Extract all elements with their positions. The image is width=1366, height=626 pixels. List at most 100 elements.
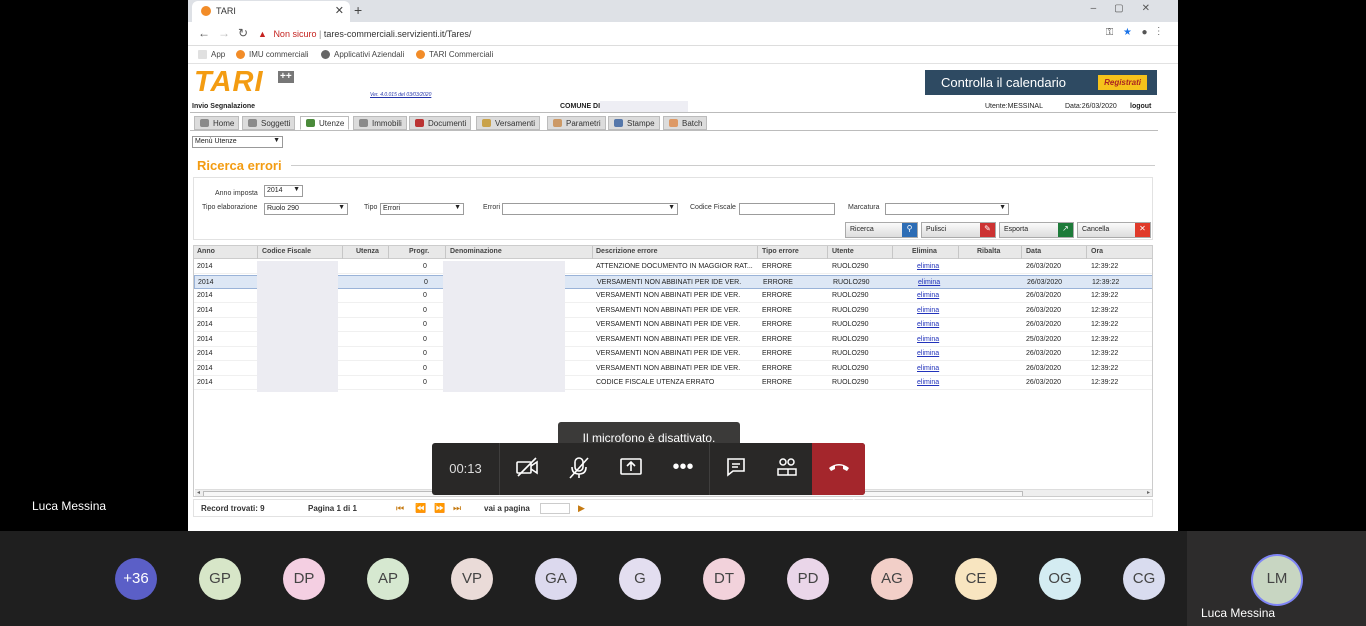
cell-data: 26/03/2020 [1026, 379, 1062, 386]
elimina-link[interactable]: elimina [917, 307, 939, 314]
bookmark-applicativi[interactable]: Applicativi Aziendali [321, 50, 404, 59]
cell-utente: RUOLO290 [832, 335, 869, 343]
goto-page-input[interactable] [540, 503, 570, 514]
marcatura-select[interactable]: ▼ [885, 203, 1009, 215]
window-controls[interactable]: –▢✕ [1091, 3, 1168, 14]
prev-page-icon[interactable]: ⏪ [415, 503, 426, 514]
url-field[interactable]: ▲ Non sicuro | tares-commerciali.servizi… [258, 25, 1068, 43]
records-count: Record trovati: 9 [201, 504, 265, 513]
chevron-down-icon: ▼ [999, 204, 1006, 211]
participant-avatar[interactable]: AG [871, 558, 913, 600]
anno-select[interactable]: 2014 ▼ [264, 185, 303, 197]
camera-off-icon[interactable] [501, 443, 553, 495]
participant-avatar[interactable]: GA [535, 558, 577, 600]
tab-home[interactable]: Home [194, 116, 240, 130]
back-icon[interactable]: ← [198, 26, 210, 40]
page-title: Ricerca errori [197, 158, 282, 173]
more-options-icon[interactable]: ••• [657, 443, 709, 495]
cell-ora: 12:39:22 [1091, 306, 1119, 314]
elimina-link[interactable]: elimina [917, 292, 939, 299]
mic-off-icon[interactable] [553, 443, 605, 495]
tipo-select[interactable]: Errori ▼ [380, 203, 464, 215]
header-utente[interactable]: Utente [832, 248, 854, 255]
pulisci-button[interactable]: Pulisci ✎ [921, 222, 996, 238]
elimina-link[interactable]: elimina [917, 365, 939, 372]
elimina-link[interactable]: elimina [917, 263, 939, 270]
header-utenza[interactable]: Utenza [356, 248, 379, 255]
participant-avatar[interactable]: G [619, 558, 661, 600]
header-data[interactable]: Data [1026, 248, 1041, 255]
participant-avatar[interactable]: GP [199, 558, 241, 600]
header-anno[interactable]: Anno [197, 248, 215, 255]
header-ora[interactable]: Ora [1091, 248, 1103, 255]
elimina-link[interactable]: elimina [917, 336, 939, 343]
share-screen-icon[interactable] [605, 443, 657, 495]
header-tipo-errore[interactable]: Tipo errore [762, 248, 799, 255]
first-page-icon[interactable]: ⏮ [396, 503, 404, 514]
calendar-banner[interactable]: Controlla il calendario Registrati [925, 70, 1157, 95]
header-ribalta[interactable]: Ribalta [977, 248, 1000, 255]
tab-documenti[interactable]: Documenti [409, 116, 472, 130]
logout-link[interactable]: logout [1130, 103, 1151, 110]
header-codice-fiscale[interactable]: Codice Fiscale [262, 248, 311, 255]
participant-avatar[interactable]: VP [451, 558, 493, 600]
next-page-icon[interactable]: ⏩ [434, 503, 445, 514]
menu-utenze-select[interactable]: Menù Utenze ▼ [192, 136, 283, 148]
pager: Record trovati: 9 Pagina 1 di 1 ⏮ ⏪ ⏩ ⏭ … [193, 499, 1153, 517]
bookmark-imu[interactable]: IMU commerciali [236, 50, 309, 59]
close-tab-icon[interactable]: ✕ [335, 4, 344, 17]
go-icon[interactable]: ▶ [578, 503, 585, 514]
errori-select[interactable]: ▼ [502, 203, 678, 215]
bookmark-apps[interactable]: App [198, 50, 225, 59]
reload-icon[interactable]: ↻ [238, 26, 248, 40]
scroll-right-icon[interactable]: ▸ [1147, 489, 1150, 496]
esporta-button[interactable]: Esporta ↗ [999, 222, 1074, 238]
cell-utente: RUOLO290 [832, 306, 869, 314]
call-timer: 00:13 [432, 443, 500, 495]
participant-avatar[interactable]: DT [703, 558, 745, 600]
codice-fiscale-input[interactable] [739, 203, 835, 215]
elimina-link[interactable]: elimina [917, 379, 939, 386]
header-denominazione[interactable]: Denominazione [450, 248, 502, 255]
tab-batch[interactable]: Batch [663, 116, 708, 130]
version-link[interactable]: Ver. 4.0.015 del 03/03/2020 [370, 92, 431, 98]
participant-avatar[interactable]: AP [367, 558, 409, 600]
cell-descr: VERSAMENTI NON ABBINATI PER IDE VER. [596, 335, 741, 343]
participant-avatar[interactable]: CG [1123, 558, 1165, 600]
cancella-button[interactable]: Cancella ✕ [1077, 222, 1151, 238]
tab-versamenti[interactable]: Versamenti [476, 116, 541, 130]
header-progr[interactable]: Progr. [409, 248, 429, 255]
participant-avatar[interactable]: OG [1039, 558, 1081, 600]
tipo-elaborazione-select[interactable]: Ruolo 290 ▼ [264, 203, 348, 215]
new-tab-icon[interactable]: + [354, 2, 362, 18]
cell-descr: VERSAMENTI NON ABBINATI PER IDE VER. [596, 292, 741, 299]
hang-up-button[interactable] [812, 443, 865, 495]
self-avatar[interactable]: LM [1253, 556, 1301, 604]
participant-avatar[interactable]: DP [283, 558, 325, 600]
elimina-link[interactable]: elimina [917, 321, 939, 328]
elimina-link[interactable]: elimina [918, 279, 940, 286]
header-descrizione-errore[interactable]: Descrizione errore [596, 248, 657, 255]
bookmark-tari[interactable]: TARI Commerciali [416, 50, 493, 59]
elimina-link[interactable]: elimina [917, 350, 939, 357]
tab-stampe[interactable]: Stampe [608, 116, 660, 130]
participants-icon[interactable] [761, 443, 813, 495]
address-icons[interactable]: ⚿★●⋮ [1106, 27, 1170, 38]
scroll-left-icon[interactable]: ◂ [197, 489, 200, 496]
tab-utenze[interactable]: Utenze [300, 116, 350, 130]
tab-soggetti[interactable]: Soggetti [242, 116, 296, 130]
last-page-icon[interactable]: ⏭ [453, 503, 461, 514]
participant-avatar[interactable]: CE [955, 558, 997, 600]
tab-parametri[interactable]: Parametri [547, 116, 606, 130]
header-elimina[interactable]: Elimina [912, 248, 937, 255]
chat-icon[interactable] [710, 443, 762, 495]
forward-icon[interactable]: → [218, 26, 230, 40]
tab-immobili[interactable]: Immobili [353, 116, 407, 130]
register-button[interactable]: Registrati [1098, 75, 1147, 90]
ricerca-button[interactable]: Ricerca ⚲ [845, 222, 918, 238]
cell-ora: 12:39:22 [1092, 278, 1120, 286]
browser-tab[interactable]: TARI ✕ [192, 1, 350, 22]
participant-avatar[interactable]: +36 [115, 558, 157, 600]
invio-segnalazione-link[interactable]: Invio Segnalazione [192, 103, 255, 110]
participant-avatar[interactable]: PD [787, 558, 829, 600]
